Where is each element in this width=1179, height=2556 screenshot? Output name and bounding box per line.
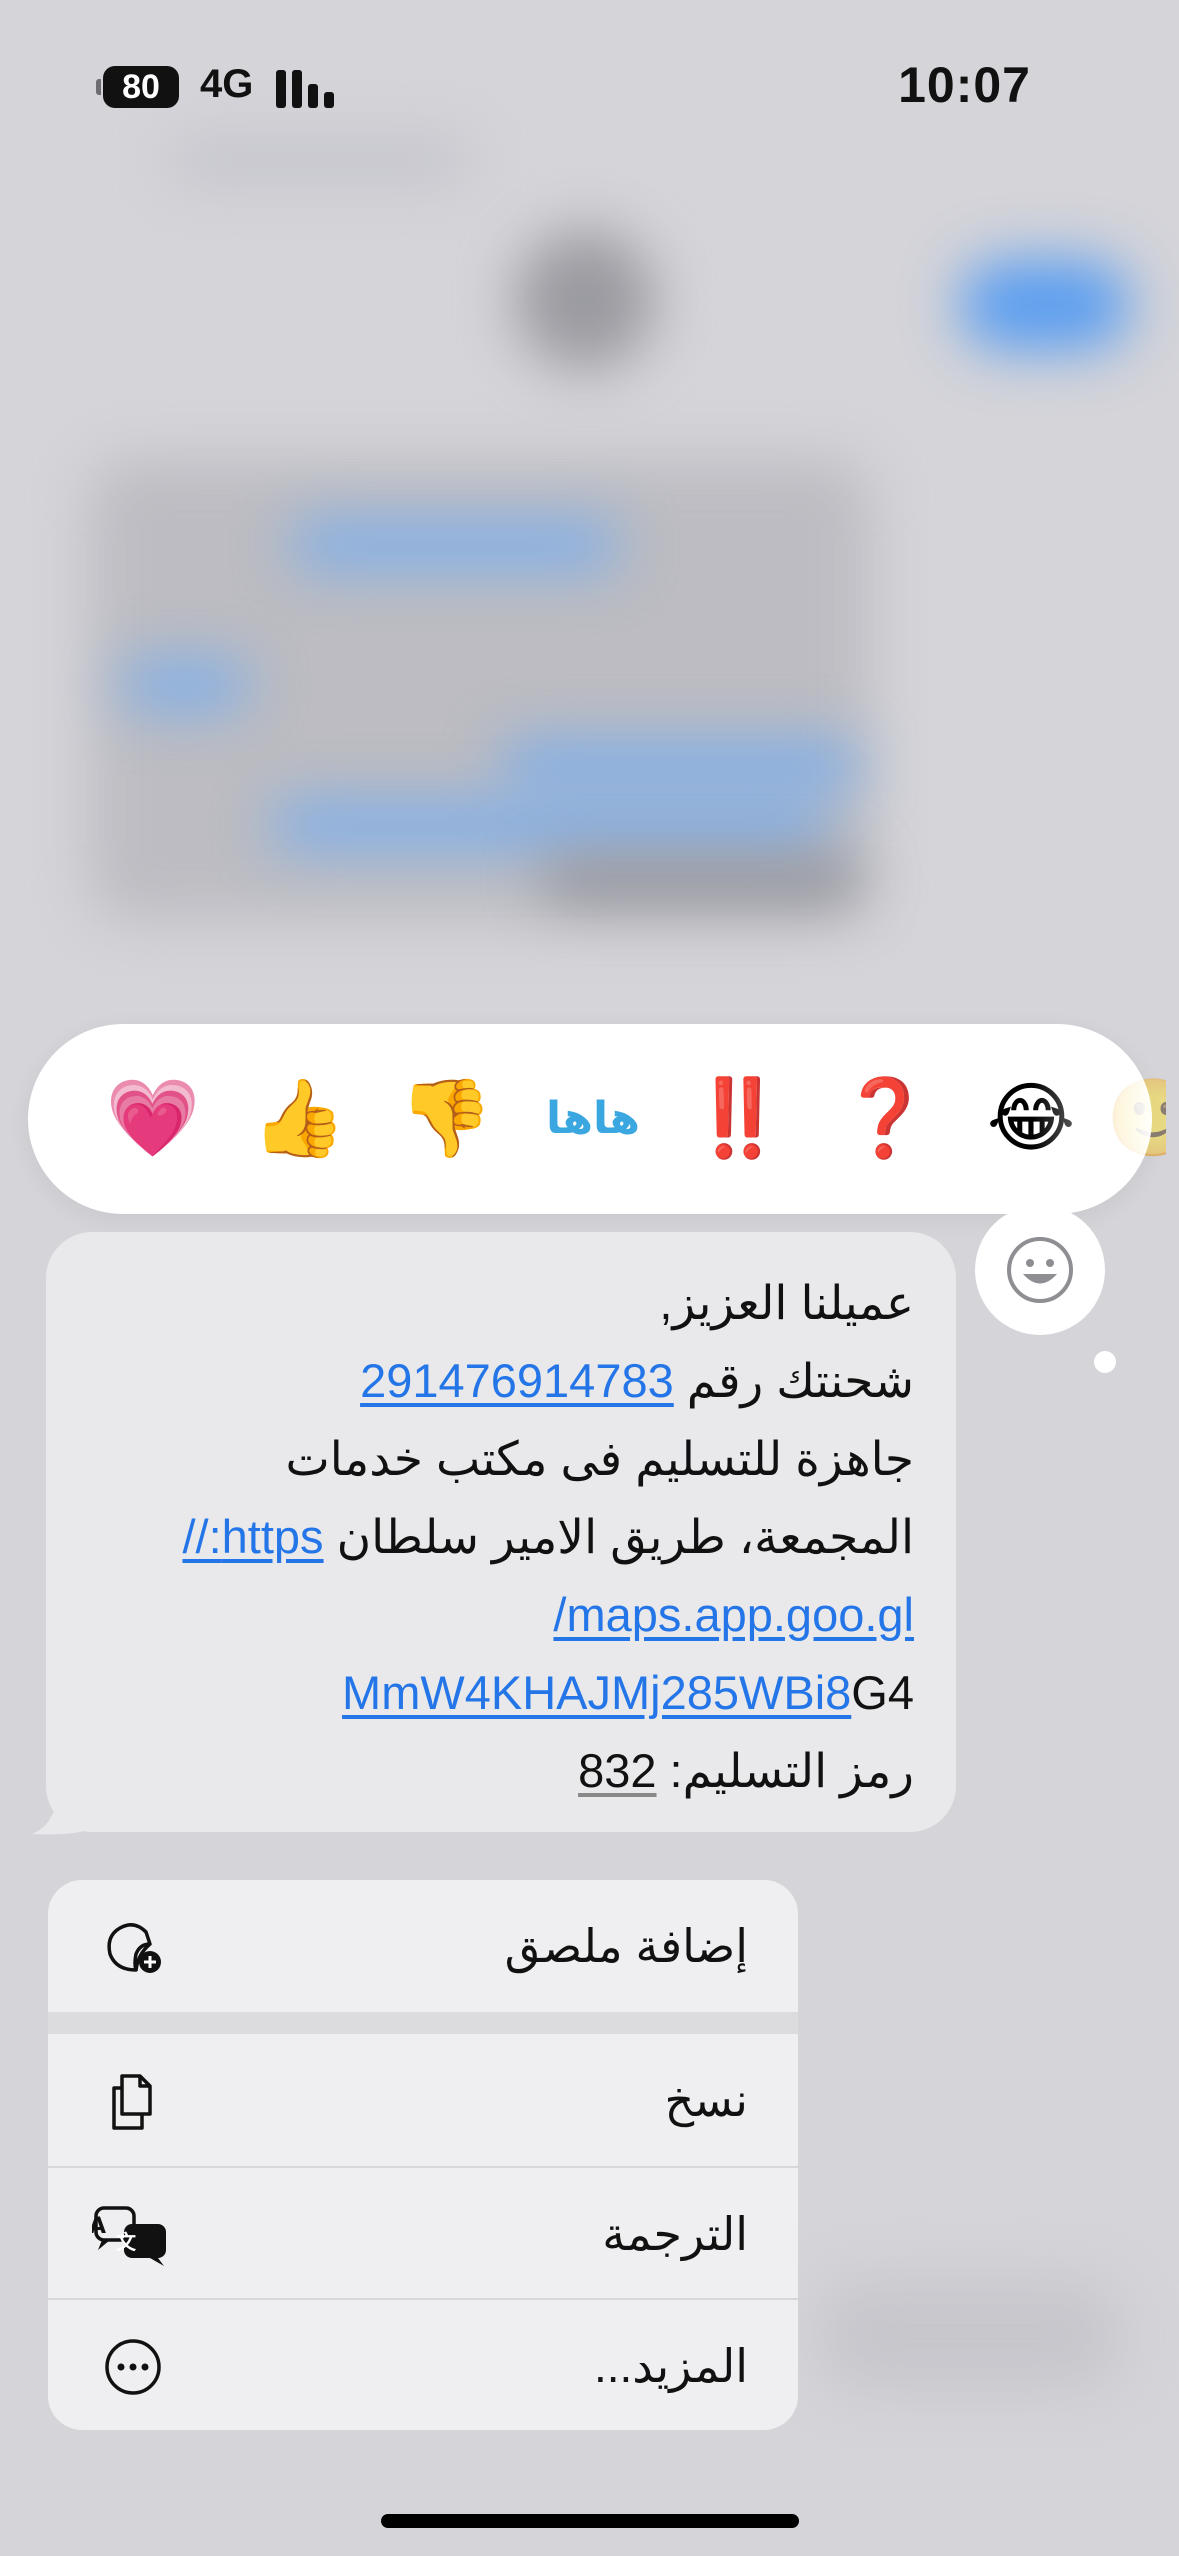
message-line: المجمعة، طريق الامير سلطان https:// bbox=[84, 1498, 914, 1576]
message-text-segment: المجمعة، طريق الامير سلطان bbox=[323, 1510, 914, 1563]
delivery-code[interactable]: 832 bbox=[578, 1744, 656, 1797]
message-text-segment: G4 bbox=[851, 1666, 914, 1719]
reaction-exclamation-icon[interactable]: ‼️ bbox=[688, 1069, 788, 1169]
reaction-thumbs-down-icon[interactable]: 👎 bbox=[396, 1069, 496, 1169]
menu-item-copy[interactable]: نسخ bbox=[48, 2034, 798, 2166]
menu-item-label: نسخ bbox=[664, 2074, 748, 2126]
tracking-number-link[interactable]: 291476914783 bbox=[360, 1354, 674, 1407]
clock: 10:07 bbox=[898, 57, 1031, 113]
reaction-question-icon[interactable]: ❓ bbox=[835, 1069, 935, 1169]
reaction-heart-icon[interactable]: 💗 bbox=[103, 1069, 203, 1169]
signal-strength-icon bbox=[276, 68, 340, 108]
message-line: رمز التسليم: 832 bbox=[84, 1732, 914, 1810]
copy-icon bbox=[112, 2074, 152, 2130]
blurred-action-button bbox=[960, 260, 1130, 350]
menu-item-add-sticker[interactable]: إضافة ملصق bbox=[48, 1880, 798, 2012]
blurred-message-link bbox=[290, 520, 620, 570]
menu-item-translate[interactable]: الترجمة A 文 bbox=[48, 2168, 798, 2300]
menu-item-label: إضافة ملصق bbox=[504, 1920, 748, 1972]
reaction-bar-tail-dot bbox=[1094, 1351, 1116, 1373]
message-line: G4MmW4KHAJMj285WBi8 bbox=[84, 1654, 914, 1732]
message-line: عميلنا العزيز, bbox=[84, 1264, 914, 1342]
message-text-segment: شحنتك رقم bbox=[673, 1354, 914, 1407]
blurred-avatar bbox=[515, 230, 655, 370]
menu-item-label: الترجمة bbox=[602, 2208, 748, 2260]
menu-section-gap bbox=[48, 2012, 798, 2034]
blurred-message-text bbox=[540, 860, 860, 900]
menu-item-label: المزيد... bbox=[593, 2340, 748, 2392]
tapback-reaction-bar: 💗 👍 👎 هاها ‼️ ❓ 😂 🙂 bbox=[28, 1024, 1166, 1214]
message-line: جاهزة للتسليم فى مكتب خدمات bbox=[84, 1420, 914, 1498]
battery-indicator: 80 bbox=[96, 66, 179, 108]
add-sticker-icon bbox=[107, 1923, 161, 1973]
message-context-menu: إضافة ملصق نسخ الترجمة A 文 المزيد... bbox=[48, 1880, 798, 2430]
translate-icon: A 文 bbox=[92, 2206, 166, 2266]
svg-text:A: A bbox=[92, 2214, 106, 2239]
message-text-segment: رمز التسليم: bbox=[656, 1744, 914, 1797]
reaction-haha-icon[interactable]: هاها bbox=[543, 1069, 643, 1169]
message-bubble[interactable]: عميلنا العزيز, شحنتك رقم 291476914783 جا… bbox=[46, 1232, 956, 1832]
message-text: عميلنا العزيز, شحنتك رقم 291476914783 جا… bbox=[84, 1264, 914, 1810]
message-text-segment: جاهزة للتسليم فى مكتب خدمات bbox=[285, 1432, 914, 1485]
message-line: شحنتك رقم 291476914783 bbox=[84, 1342, 914, 1420]
maps-url-link[interactable]: maps.app.goo.gl/ bbox=[553, 1588, 914, 1641]
reaction-thumbs-up-icon[interactable]: 👍 bbox=[249, 1069, 349, 1169]
blurred-message-link bbox=[120, 660, 250, 710]
home-indicator[interactable] bbox=[381, 2514, 799, 2528]
add-emoji-reaction-icon[interactable] bbox=[1003, 1233, 1077, 1307]
blurred-message-link bbox=[500, 740, 860, 790]
blurred-message-link bbox=[270, 800, 830, 850]
menu-item-more[interactable]: المزيد... bbox=[48, 2300, 798, 2430]
blurred-input-bar bbox=[820, 2280, 1120, 2390]
status-bar: 80 4G 10:07 bbox=[0, 0, 1179, 170]
message-line: maps.app.goo.gl/ bbox=[84, 1576, 914, 1654]
message-greeting: عميلنا العزيز, bbox=[659, 1276, 914, 1329]
maps-url-link[interactable]: https:// bbox=[182, 1510, 323, 1563]
maps-url-link[interactable]: MmW4KHAJMj285WBi8 bbox=[342, 1666, 851, 1719]
network-type: 4G bbox=[200, 62, 254, 106]
more-options-icon bbox=[105, 2339, 161, 2395]
reaction-list: 💗 👍 👎 هاها ‼️ ❓ 😂 🙂 bbox=[56, 1024, 1166, 1214]
svg-text:文: 文 bbox=[116, 2230, 137, 2254]
